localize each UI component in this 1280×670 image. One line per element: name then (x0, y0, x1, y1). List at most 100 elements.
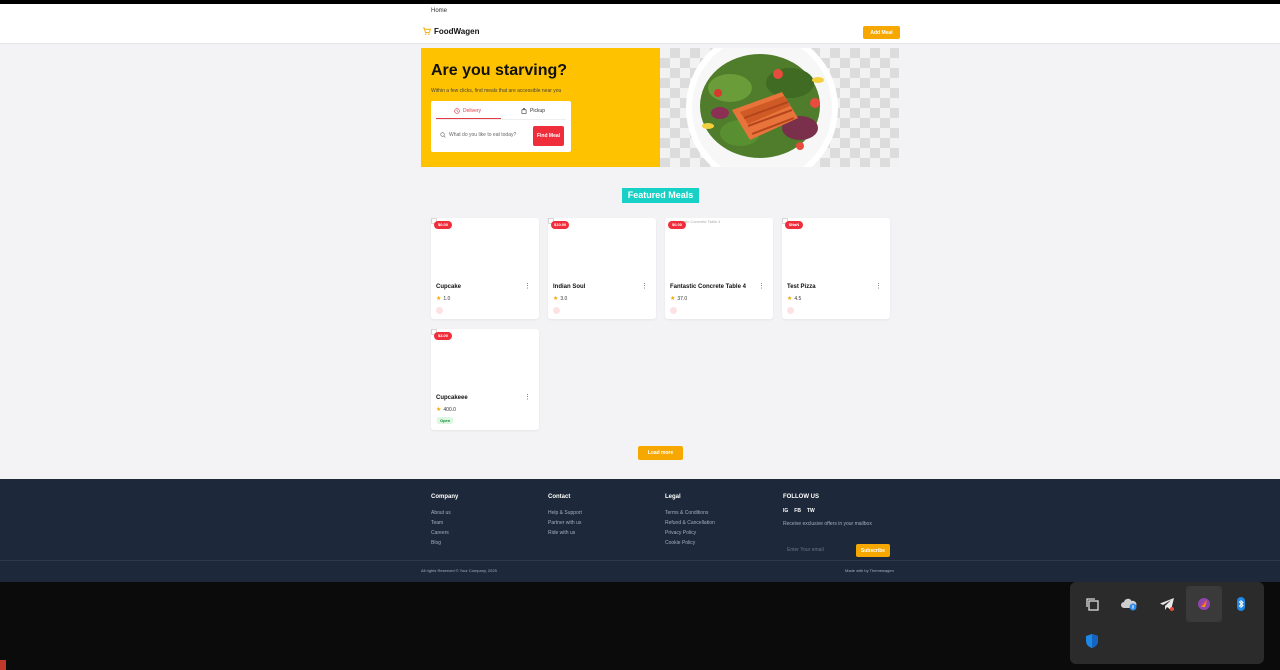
meal-rating: ★ 3.0 (553, 295, 567, 303)
hero-title: Are you starving? (431, 62, 568, 79)
made-with-text: Made with by Themewagen (845, 568, 894, 573)
footer-link[interactable]: Refund & Cancellation (665, 518, 715, 528)
hero-left-panel: Are you starving? Within a few clicks, f… (421, 48, 660, 167)
tab-pickup[interactable]: Pickup (521, 108, 545, 114)
footer-link[interactable]: About us (431, 508, 458, 518)
status-indicator (553, 307, 560, 314)
more-options-icon[interactable]: ⋮ (524, 283, 531, 290)
breadcrumb-home[interactable]: Home (431, 8, 447, 14)
meal-card[interactable]: $0.00 Cupcake ⋮ ★ 1.0 (431, 218, 539, 319)
footer-link[interactable]: Careers (431, 528, 458, 538)
tab-delivery[interactable]: Delivery (454, 108, 481, 114)
price-badge: $0.00 (668, 221, 686, 229)
more-options-icon[interactable]: ⋮ (758, 283, 765, 290)
meal-name: Cupcakeee (436, 395, 468, 401)
more-options-icon[interactable]: ⋮ (641, 283, 648, 290)
star-icon: ★ (553, 296, 559, 302)
footer-company: Company About us Team Careers Blog (431, 494, 458, 548)
more-options-icon[interactable]: ⋮ (524, 394, 531, 401)
meal-name: Indian Soul (553, 284, 586, 290)
browser-page: Home FoodWagen Add Meal Are you starving… (0, 4, 1280, 582)
meal-card[interactable]: $NaN Test Pizza ⋮ ★ 4.5 (782, 218, 890, 319)
footer-link[interactable]: Help & Support (548, 508, 582, 518)
footer-link[interactable]: Privacy Policy (665, 528, 715, 538)
meal-rating: ★ 1.0 (436, 295, 451, 303)
twitter-link[interactable]: TW (807, 508, 815, 514)
price-badge: $0.00 (434, 221, 452, 229)
add-meal-button[interactable]: Add Meal (863, 26, 900, 39)
telegram-icon[interactable] (1149, 586, 1185, 622)
social-links: IG FB TW (783, 508, 893, 514)
tab-delivery-label: Delivery (463, 108, 482, 114)
price-badge: $NaN (785, 221, 803, 229)
star-icon: ★ (787, 296, 793, 302)
more-options-icon[interactable]: ⋮ (875, 283, 882, 290)
instagram-link[interactable]: IG (783, 508, 788, 514)
copy-icon[interactable] (1074, 586, 1110, 622)
email-field[interactable]: Enter Your email (783, 544, 853, 555)
footer-link[interactable]: Team (431, 518, 458, 528)
meal-rating: ★ 400.0 (436, 406, 456, 414)
footer-contact: Contact Help & Support Partner with us R… (548, 494, 582, 538)
featured-meals-heading: Featured Meals (622, 188, 699, 203)
navbar: FoodWagen Add Meal (0, 21, 1280, 44)
meal-card[interactable]: $10.00 Indian Soul ⋮ ★ 3.0 (548, 218, 656, 319)
defender-icon[interactable] (1074, 623, 1110, 659)
hero-food-image (660, 48, 899, 167)
rating-value: 4.5 (794, 295, 802, 302)
newsletter-text: Receive exclusive offers in your mailbox (783, 521, 872, 527)
color-app-icon[interactable] (1186, 586, 1222, 622)
footer-link[interactable]: Ride with us (548, 528, 582, 538)
hero-subtitle: Within a few clicks, find meals that are… (431, 88, 562, 94)
meal-name: Cupcake (436, 284, 462, 290)
footer-follow: FOLLOW US IG FB TW Receive exclusive off… (783, 494, 893, 559)
find-meal-button[interactable]: Find Meal (533, 126, 564, 146)
star-icon: ★ (436, 407, 442, 413)
meal-card[interactable]: Fantastic Concrete Table 4 $0.00 Fantast… (665, 218, 773, 319)
footer: Company About us Team Careers Blog Conta… (0, 479, 1280, 582)
footer-legal-title: Legal (665, 494, 681, 500)
facebook-link[interactable]: FB (794, 508, 801, 514)
footer-link[interactable]: Terms & Conditions (665, 508, 715, 518)
star-icon: ★ (436, 296, 442, 302)
cart-icon (422, 27, 431, 35)
rating-value: 400.0 (443, 406, 456, 413)
meal-rating: ★ 4.5 (787, 295, 802, 303)
search-icon (440, 132, 446, 138)
meal-name: Test Pizza (787, 284, 816, 290)
footer-link[interactable]: Partner with us (548, 518, 582, 528)
search-placeholder: What do you like to eat today? (449, 132, 517, 138)
footer-follow-title: FOLLOW US (783, 494, 819, 500)
status-badge: Open (437, 417, 454, 424)
footer-link[interactable]: Blog (431, 538, 458, 548)
tab-active-indicator (436, 118, 501, 119)
bag-icon (521, 108, 527, 114)
price-badge: $3.00 (434, 332, 452, 340)
clock-icon (454, 108, 460, 114)
hero-banner: Are you starving? Within a few clicks, f… (421, 48, 899, 167)
meal-search-input[interactable]: What do you like to eat today? (440, 130, 530, 140)
load-more-button[interactable]: Load more (638, 446, 683, 460)
footer-divider (0, 560, 1280, 561)
meal-card[interactable]: $3.00 Cupcakeee ⋮ ★ 400.0 Open (431, 329, 539, 430)
brand-logo[interactable]: FoodWagen (422, 27, 479, 36)
onedrive-icon[interactable] (1111, 586, 1147, 622)
footer-contact-title: Contact (548, 494, 571, 500)
system-tray-overflow (1070, 582, 1264, 664)
footer-link[interactable]: Cookie Policy (665, 538, 715, 548)
meal-name: Fantastic Concrete Table 4 (670, 284, 746, 290)
rating-value: 1.0 (443, 295, 451, 302)
brand-name: FoodWagen (434, 27, 480, 36)
subscribe-button[interactable]: Subscribe (856, 544, 890, 557)
meal-rating: ★ 37.0 (670, 295, 687, 303)
corner-app-icon (0, 660, 6, 670)
breadcrumb: Home (0, 4, 1280, 21)
footer-legal: Legal Terms & Conditions Refund & Cancel… (665, 494, 715, 548)
status-indicator (436, 307, 443, 314)
tab-divider (436, 119, 566, 120)
footer-company-title: Company (431, 494, 459, 500)
copyright-text: All rights Reserved © Your Company, 2025 (421, 568, 497, 573)
bluetooth-icon[interactable] (1223, 586, 1259, 622)
screen: Home FoodWagen Add Meal Are you starving… (0, 0, 1280, 670)
status-indicator (670, 307, 677, 314)
